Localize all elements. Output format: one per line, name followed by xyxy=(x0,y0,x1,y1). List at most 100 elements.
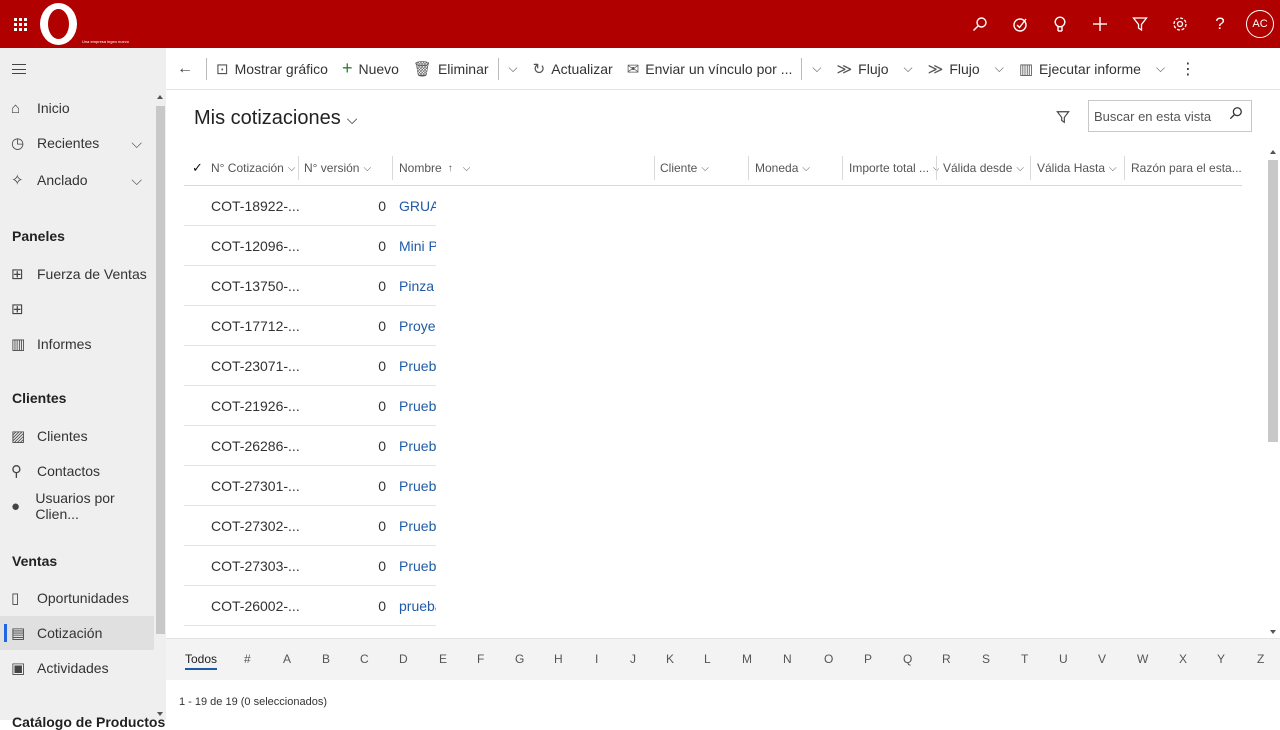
show-chart-button[interactable]: ⊡ Mostrar gráfico xyxy=(209,48,335,90)
table-row[interactable]: COT-27301-... 0 Prueba xyxy=(184,466,1242,506)
name-link[interactable]: Pinza Tuerca xyxy=(399,266,436,306)
nav-clientes[interactable]: ▨ Clientes xyxy=(0,419,154,453)
nav-usuarios-clientes[interactable]: ● Usuarios por Clien... xyxy=(0,489,154,523)
jump-letter[interactable]: K xyxy=(666,652,674,666)
advanced-filter-button[interactable] xyxy=(1120,0,1160,48)
jump-letter[interactable]: V xyxy=(1098,652,1106,666)
select-all-checkmark-icon[interactable]: ✓ xyxy=(192,160,203,176)
jump-letter[interactable]: O xyxy=(824,652,833,666)
nav-cotizacion[interactable]: ▤ Cotización xyxy=(0,616,154,650)
column-header-razon[interactable]: Razón para el esta...⌵ xyxy=(1131,150,1241,186)
jump-letter[interactable]: C xyxy=(360,652,369,666)
scroll-up-arrow[interactable] xyxy=(1270,150,1276,154)
new-button[interactable]: + Nuevo xyxy=(335,48,406,90)
refresh-button[interactable]: ↻ Actualizar xyxy=(526,48,620,90)
nav-contactos[interactable]: ⚲ Contactos xyxy=(0,454,154,488)
name-link[interactable]: Prueba xyxy=(399,426,436,466)
column-header-version[interactable]: N° versión ⌵ xyxy=(304,150,371,186)
jump-letter[interactable]: I xyxy=(595,652,598,666)
scroll-thumb[interactable] xyxy=(156,106,165,634)
name-link[interactable]: Prueba xyxy=(399,546,436,586)
table-row[interactable]: COT-23071-... 0 Prueba xyxy=(184,346,1242,386)
column-header-valida-hasta[interactable]: Válida Hasta ⌵ xyxy=(1037,150,1117,186)
table-row[interactable]: COT-13750-... 0 Pinza Tuerca xyxy=(184,266,1242,306)
name-link[interactable]: prueba xyxy=(399,586,436,626)
help-button[interactable]: ? xyxy=(1200,0,1240,48)
search-view-input[interactable]: Buscar en esta vista xyxy=(1088,100,1252,132)
jump-letter[interactable]: B xyxy=(322,652,330,666)
nav-dashboard-unnamed[interactable]: ⊞ xyxy=(0,292,154,326)
nav-inicio[interactable]: ⌂ Inicio xyxy=(0,91,154,125)
name-link[interactable]: Mini Pulidora xyxy=(399,226,436,266)
lightbulb-button[interactable] xyxy=(1040,0,1080,48)
flow2-chevron[interactable]: ⌵ xyxy=(987,61,1012,76)
jump-letter[interactable]: W xyxy=(1137,652,1148,666)
table-row[interactable]: COT-27302-... 0 Prueba xyxy=(184,506,1242,546)
email-link-button[interactable]: ✉ Enviar un vínculo por ... xyxy=(620,48,800,90)
name-link[interactable]: Prueba xyxy=(399,506,436,546)
jump-letter[interactable]: R xyxy=(942,652,951,666)
name-link[interactable]: GRUA HIDRAULICA xyxy=(399,186,436,226)
more-commands-button[interactable]: ⋮ xyxy=(1173,48,1203,90)
chevron-down-icon[interactable]: ⌵ xyxy=(131,172,142,189)
filter-button[interactable] xyxy=(1056,110,1070,128)
jump-letter[interactable]: F xyxy=(477,652,484,666)
jump-letter[interactable]: M xyxy=(742,652,752,666)
nav-fuerza-ventas[interactable]: ⊞ Fuerza de Ventas xyxy=(0,257,154,291)
flow-button-1[interactable]: ≫ Flujo xyxy=(829,48,895,90)
view-selector[interactable]: Mis cotizaciones ⌵ xyxy=(194,107,357,130)
jump-letter[interactable]: D xyxy=(399,652,408,666)
jump-letter[interactable]: L xyxy=(704,652,711,666)
jump-letter[interactable]: Z xyxy=(1257,652,1264,666)
back-button[interactable]: ← xyxy=(166,48,204,90)
company-logo[interactable]: Una empresa ingeo nuevo xyxy=(40,3,150,47)
jump-letter[interactable]: J xyxy=(630,652,636,666)
search-icon[interactable] xyxy=(1229,106,1243,125)
nav-actividades[interactable]: ▣ Actividades xyxy=(0,651,154,685)
flow1-chevron[interactable]: ⌵ xyxy=(896,61,921,76)
new-record-button[interactable] xyxy=(1080,0,1120,48)
jump-letter[interactable]: T xyxy=(1021,652,1028,666)
jump-letter[interactable]: Y xyxy=(1217,652,1225,666)
table-row[interactable]: COT-27303-... 0 Prueba xyxy=(184,546,1242,586)
name-link[interactable]: Proyecto xyxy=(399,306,436,346)
column-header-valida-desde[interactable]: Válida desde ⌵ xyxy=(943,150,1024,186)
jump-letter[interactable]: H xyxy=(554,652,563,666)
grid-scrollbar[interactable] xyxy=(1266,146,1280,636)
jump-letter[interactable]: # xyxy=(244,652,251,666)
jump-letter[interactable]: U xyxy=(1059,652,1068,666)
jump-letter[interactable]: S xyxy=(982,652,990,666)
run-report-button[interactable]: ▥ Ejecutar informe xyxy=(1012,48,1148,90)
jump-letter[interactable]: A xyxy=(283,652,291,666)
column-header-moneda[interactable]: Moneda ⌵ xyxy=(755,150,810,186)
scroll-thumb[interactable] xyxy=(1268,160,1278,442)
table-row[interactable]: COT-21926-... 0 Prueba xyxy=(184,386,1242,426)
task-button[interactable] xyxy=(1000,0,1040,48)
table-row[interactable]: COT-26002-... 0 prueba xyxy=(184,586,1242,626)
chevron-down-icon[interactable]: ⌵ xyxy=(131,135,142,152)
name-link[interactable]: Prueba xyxy=(399,346,436,386)
name-link[interactable]: Prueba xyxy=(399,466,436,506)
scroll-down-arrow[interactable] xyxy=(157,712,163,716)
search-button[interactable] xyxy=(960,0,1000,48)
table-row[interactable]: COT-17712-... 0 Proyecto xyxy=(184,306,1242,346)
delete-more-chevron[interactable]: ⌵ xyxy=(501,61,526,76)
column-header-nombre[interactable]: Nombre ↑ ⌵ xyxy=(399,150,470,186)
column-header-cliente[interactable]: Cliente ⌵ xyxy=(660,150,709,186)
jump-letter[interactable]: E xyxy=(439,652,447,666)
jump-letter[interactable]: G xyxy=(515,652,524,666)
column-header-importe[interactable]: Importe total ...⌵ xyxy=(849,150,939,186)
jump-letter[interactable]: N xyxy=(783,652,792,666)
scroll-down-arrow[interactable] xyxy=(1270,630,1276,634)
jump-todos[interactable]: Todos xyxy=(185,652,218,670)
flow-button-2[interactable]: ≫ Flujo xyxy=(921,48,987,90)
column-header-cotizacion[interactable]: N° Cotización ⌵ xyxy=(211,150,295,186)
jump-letter[interactable]: X xyxy=(1179,652,1187,666)
hamburger-menu-icon[interactable] xyxy=(12,64,26,74)
table-row[interactable]: COT-18922-... 0 GRUA HIDRAULICA xyxy=(184,186,1242,226)
report-chevron[interactable]: ⌵ xyxy=(1148,61,1173,76)
nav-oportunidades[interactable]: ▯ Oportunidades xyxy=(0,581,154,615)
nav-informes[interactable]: ▥ Informes xyxy=(0,327,154,361)
user-avatar[interactable]: AC xyxy=(1246,10,1274,38)
scroll-up-arrow[interactable] xyxy=(157,95,163,99)
